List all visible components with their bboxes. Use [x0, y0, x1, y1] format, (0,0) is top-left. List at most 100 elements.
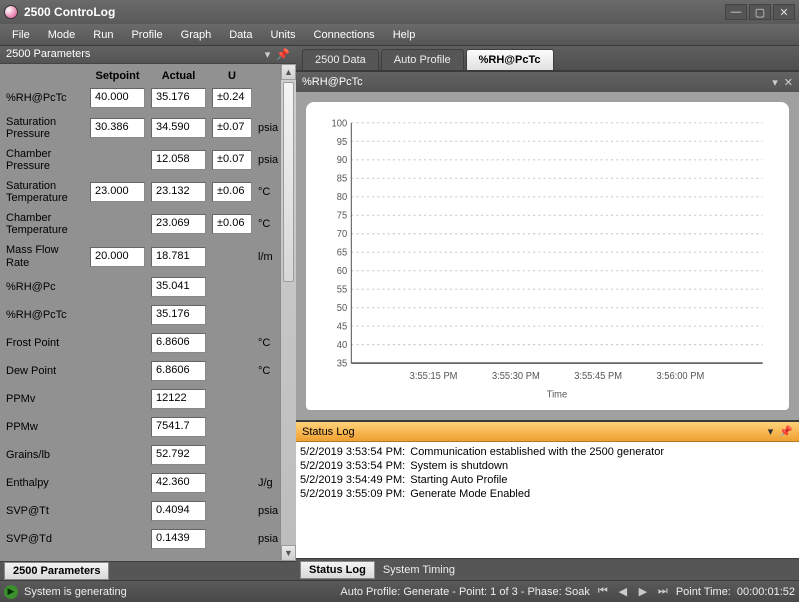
- actual-field: 12122: [151, 389, 206, 409]
- app-icon: [4, 5, 18, 19]
- unit-label: psia: [258, 533, 280, 545]
- svg-text:85: 85: [337, 173, 348, 185]
- menu-graph[interactable]: Graph: [173, 26, 220, 44]
- scroll-up-icon[interactable]: ▲: [281, 64, 296, 80]
- unit-label: psia: [258, 154, 280, 166]
- dropdown-icon[interactable]: ▾: [265, 48, 271, 61]
- svg-text:35: 35: [337, 358, 348, 370]
- param-label: PPMv: [6, 393, 84, 405]
- svg-text:75: 75: [337, 210, 348, 222]
- title-bar: 2500 ControLog — ▢ ✕: [0, 0, 799, 24]
- parameters-header: 2500 Parameters ▾ 📌: [0, 46, 296, 64]
- actual-field: 7541.7: [151, 417, 206, 437]
- actual-field: 18.781: [151, 247, 206, 267]
- maximize-button[interactable]: ▢: [749, 4, 771, 20]
- menu-run[interactable]: Run: [85, 26, 121, 44]
- param-label: Mass Flow Rate: [6, 244, 84, 268]
- nav-last-icon[interactable]: ⏭: [656, 585, 670, 599]
- status-pin-icon[interactable]: 📌: [779, 425, 793, 438]
- svg-text:3:55:30 PM: 3:55:30 PM: [492, 371, 540, 383]
- svg-text:55: 55: [337, 284, 348, 296]
- uncertainty-field: ±0.06: [212, 182, 252, 202]
- main-tabstrip: 2500 Data Auto Profile %RH@PcTc: [296, 46, 799, 72]
- param-label: Chamber Temperature: [6, 212, 84, 236]
- setpoint-field[interactable]: 23.000: [90, 182, 145, 202]
- actual-field: 35.176: [151, 88, 206, 108]
- actual-field: 12.058: [151, 150, 206, 170]
- actual-field: 23.069: [151, 214, 206, 234]
- svg-text:65: 65: [337, 247, 348, 259]
- actual-field: 35.176: [151, 305, 206, 325]
- tab-2500-data[interactable]: 2500 Data: [302, 49, 379, 70]
- actual-field: 0.4094: [151, 501, 206, 521]
- svg-text:3:55:45 PM: 3:55:45 PM: [574, 371, 622, 383]
- param-label: Chamber Pressure: [6, 148, 84, 172]
- scroll-down-icon[interactable]: ▼: [281, 545, 296, 561]
- actual-field: 52.792: [151, 445, 206, 465]
- log-row: 5/2/2019 3:55:09 PM: Generate Mode Enabl…: [300, 487, 795, 501]
- param-label: Enthalpy: [6, 477, 84, 489]
- param-label: Saturation Temperature: [6, 180, 84, 204]
- svg-text:60: 60: [337, 266, 348, 278]
- status-tab-timing[interactable]: System Timing: [375, 562, 463, 578]
- param-label: SVP@Tt: [6, 505, 84, 517]
- menu-connections[interactable]: Connections: [306, 26, 383, 44]
- param-label: Frost Point: [6, 337, 84, 349]
- svg-text:40: 40: [337, 340, 348, 352]
- chart-close-icon[interactable]: ✕: [784, 76, 793, 89]
- actual-field: 6.8606: [151, 333, 206, 353]
- left-tabstrip: 2500 Parameters: [0, 561, 296, 580]
- svg-text:50: 50: [337, 303, 348, 315]
- status-dropdown-icon[interactable]: ▾: [768, 425, 774, 438]
- chart-area: 354045505560657075808590951003:55:15 PM3…: [306, 102, 789, 410]
- menu-profile[interactable]: Profile: [123, 26, 170, 44]
- svg-text:3:55:15 PM: 3:55:15 PM: [410, 371, 458, 383]
- tab-rh-pctc[interactable]: %RH@PcTc: [466, 49, 554, 70]
- svg-text:3:56:00 PM: 3:56:00 PM: [656, 371, 704, 383]
- svg-text:90: 90: [337, 155, 348, 167]
- system-status-text: System is generating: [24, 586, 127, 598]
- unit-label: °C: [258, 337, 280, 349]
- menu-data[interactable]: Data: [221, 26, 260, 44]
- parameters-pane: 2500 Parameters ▾ 📌 Setpoint Actual U %R…: [0, 46, 296, 580]
- left-tab-parameters[interactable]: 2500 Parameters: [4, 562, 109, 580]
- svg-text:95: 95: [337, 136, 348, 148]
- nav-prev-icon[interactable]: ◀: [616, 585, 630, 599]
- setpoint-field[interactable]: 20.000: [90, 247, 145, 267]
- point-time-value: 00:00:01:52: [737, 586, 795, 598]
- col-u: U: [212, 70, 252, 82]
- param-label: SVP@Td: [6, 533, 84, 545]
- setpoint-field[interactable]: 40.000: [90, 88, 145, 108]
- param-label: Grains/lb: [6, 449, 84, 461]
- minimize-button[interactable]: —: [725, 4, 747, 20]
- status-log-body: 5/2/2019 3:53:54 PM: Communication estab…: [296, 442, 799, 558]
- setpoint-field[interactable]: 30.386: [90, 118, 145, 138]
- param-label: %RH@PcTc: [6, 92, 84, 104]
- nav-next-icon[interactable]: ▶: [636, 585, 650, 599]
- menu-mode[interactable]: Mode: [40, 26, 84, 44]
- chart-dropdown-icon[interactable]: ▾: [772, 76, 778, 89]
- pin-icon[interactable]: 📌: [276, 48, 290, 61]
- unit-label: °C: [258, 186, 280, 198]
- menu-help[interactable]: Help: [385, 26, 424, 44]
- nav-first-icon[interactable]: ⏮: [596, 585, 610, 599]
- actual-field: 35.041: [151, 277, 206, 297]
- status-header: Status Log ▾ 📌: [296, 422, 799, 442]
- param-label: PPMw: [6, 421, 84, 433]
- param-label: Saturation Pressure: [6, 116, 84, 140]
- tab-auto-profile[interactable]: Auto Profile: [381, 49, 464, 70]
- param-label: %RH@PcTc: [6, 309, 84, 321]
- unit-label: l/m: [258, 251, 280, 263]
- uncertainty-field: ±0.07: [212, 150, 252, 170]
- actual-field: 6.8606: [151, 361, 206, 381]
- scroll-thumb[interactable]: [283, 82, 294, 282]
- close-button[interactable]: ✕: [773, 4, 795, 20]
- col-actual: Actual: [151, 70, 206, 82]
- log-row: 5/2/2019 3:54:49 PM: Starting Auto Profi…: [300, 473, 795, 487]
- status-tab-log[interactable]: Status Log: [300, 561, 375, 579]
- param-scrollbar[interactable]: ▲ ▼: [280, 64, 296, 561]
- menu-units[interactable]: Units: [262, 26, 303, 44]
- actual-field: 23.132: [151, 182, 206, 202]
- actual-field: 34.590: [151, 118, 206, 138]
- menu-file[interactable]: File: [4, 26, 38, 44]
